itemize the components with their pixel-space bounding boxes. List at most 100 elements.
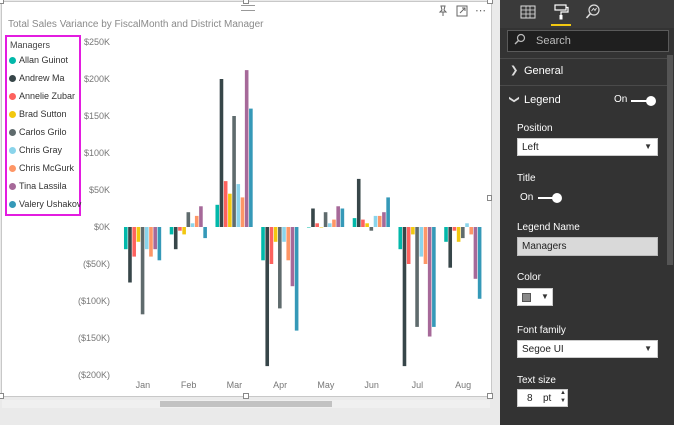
resize-handle-top-right[interactable] [487,0,493,4]
bar[interactable] [153,227,157,250]
bar[interactable] [186,212,191,227]
bar[interactable] [448,227,453,268]
bar[interactable] [278,227,282,309]
resize-handle-bottom-left[interactable] [0,393,4,399]
legend-item[interactable]: Chris McGurk [9,163,74,177]
bar[interactable] [215,204,220,227]
resize-handle-bottom-right[interactable] [487,393,493,399]
spin-up-icon[interactable]: ▲ [560,390,566,396]
bar[interactable] [282,227,286,242]
bar[interactable] [365,223,369,227]
bar[interactable] [286,227,291,261]
bar[interactable] [157,227,162,261]
spin-down-icon[interactable]: ▼ [560,398,566,404]
bar[interactable] [456,227,461,242]
bar[interactable] [398,227,403,250]
legend-item[interactable]: Brad Sutton [9,109,67,123]
bar[interactable] [136,227,141,242]
bar[interactable] [128,227,132,283]
bar[interactable] [386,197,390,227]
bar[interactable] [319,227,324,228]
format-paint-roller-icon[interactable] [552,4,570,22]
legend-name-input[interactable]: Managers [517,237,658,256]
bar[interactable] [406,227,411,264]
bar[interactable] [261,227,265,261]
bar[interactable] [327,223,332,227]
resize-handle-bottom[interactable] [243,393,249,399]
resize-handle-top[interactable] [243,0,249,4]
bar[interactable] [382,212,386,227]
bar[interactable] [190,223,195,227]
bar[interactable] [169,227,174,235]
section-general[interactable]: ❯ General [500,59,670,85]
bar[interactable] [240,197,245,227]
bar[interactable] [361,219,365,227]
bar[interactable] [356,178,361,227]
bar[interactable] [377,215,382,227]
color-picker[interactable]: ▼ [517,288,553,306]
legend-toggle-knob[interactable] [646,96,656,106]
legend[interactable]: Managers Allan Guinot Andrew Ma Annelie Zu… [5,35,81,216]
bar[interactable] [419,227,424,257]
bar[interactable] [461,227,465,239]
bar[interactable] [452,227,457,231]
bar[interactable] [432,227,436,327]
bar[interactable] [265,227,270,367]
pane-scrollbar[interactable] [667,55,673,265]
legend-item[interactable]: Annelie Zubar [9,91,75,105]
bar[interactable] [352,218,357,227]
bar[interactable] [182,227,186,235]
search-input[interactable]: Search [507,30,669,52]
bar[interactable] [123,227,128,250]
bar[interactable] [199,206,203,227]
horizontal-scrollbar-thumb[interactable] [160,401,332,407]
bar[interactable] [465,223,469,227]
horizontal-scrollbar[interactable] [2,400,490,408]
bar[interactable] [402,227,407,367]
bar[interactable] [178,227,182,231]
chart-visual[interactable]: Total Sales Variance by FiscalMonth and … [1,1,492,397]
bar[interactable] [273,227,278,242]
bar[interactable] [269,227,274,264]
bar[interactable] [369,227,374,231]
bar[interactable] [290,227,295,287]
bar[interactable] [203,227,207,239]
bar[interactable] [415,227,419,327]
bar[interactable] [423,227,428,264]
bar[interactable] [236,184,241,227]
bar[interactable] [244,70,249,228]
bar[interactable] [323,212,328,227]
font-family-dropdown[interactable]: Segoe UI ▼ [517,340,658,358]
legend-item[interactable]: Valery Ushakov [9,199,81,213]
bar[interactable] [477,227,482,299]
position-dropdown[interactable]: Left ▼ [517,138,658,156]
legend-item[interactable]: Chris Gray [9,145,62,159]
bar[interactable] [173,227,178,250]
section-legend[interactable]: ❯ Legend On [500,88,670,114]
bar[interactable] [294,227,299,331]
resize-handle-right[interactable] [487,195,492,201]
bar[interactable] [444,227,448,242]
bar[interactable] [149,227,153,257]
bar[interactable] [306,227,311,228]
bar[interactable] [473,227,478,279]
analytics-magnifier-icon[interactable] [584,4,602,22]
text-size-input[interactable]: 8 pt ▲ ▼ [517,389,568,407]
bar[interactable] [340,208,345,228]
bar[interactable] [219,79,224,227]
bar[interactable] [223,181,228,227]
bar[interactable] [249,108,253,227]
bar[interactable] [332,219,336,227]
fields-tab-icon[interactable] [519,4,537,22]
legend-item[interactable]: Carlos Grilo [9,127,67,141]
legend-item[interactable]: Tina Lassila [9,181,67,195]
bar[interactable] [336,206,340,227]
bar[interactable] [140,227,145,315]
bar[interactable] [311,208,315,228]
bar[interactable] [411,227,415,235]
title-toggle-knob[interactable] [552,193,562,203]
bar[interactable] [373,215,378,227]
bar[interactable] [144,227,149,250]
bar[interactable] [469,227,474,235]
bar[interactable] [132,227,136,257]
